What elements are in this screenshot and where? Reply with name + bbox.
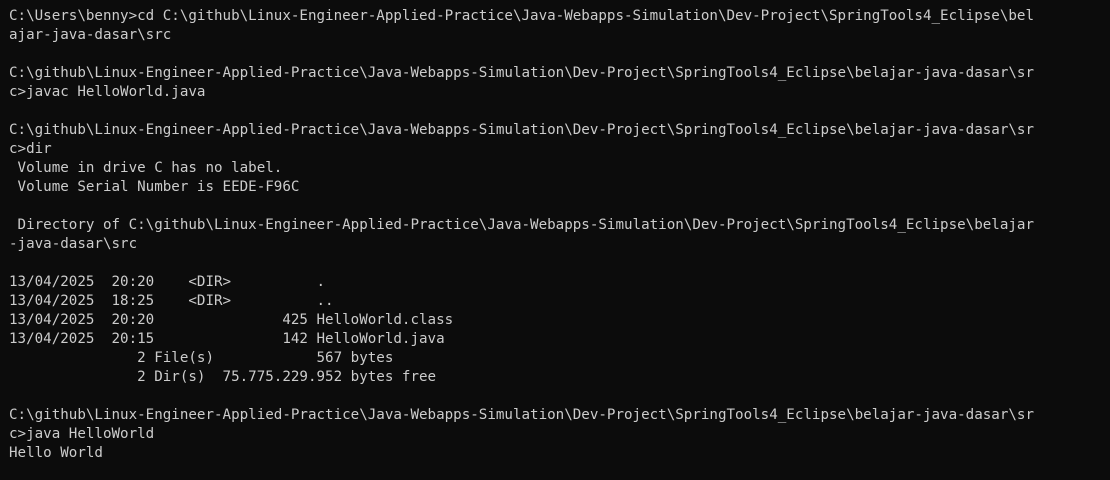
terminal-line: C:\github\Linux-Engineer-Applied-Practic…: [9, 407, 1034, 423]
terminal-line: 2 File(s) 567 bytes: [9, 350, 394, 366]
terminal-line: Volume in drive C has no label.: [9, 160, 283, 176]
terminal-line: 2 Dir(s) 75.775.229.952 bytes free: [9, 369, 437, 385]
terminal-line: c>dir: [9, 141, 52, 157]
terminal-line: Directory of C:\github\Linux-Engineer-Ap…: [9, 217, 1034, 233]
terminal-line: C:\github\Linux-Engineer-Applied-Practic…: [9, 65, 1034, 81]
terminal-line: -java-dasar\src: [9, 236, 138, 252]
terminal-line: c>java HelloWorld: [9, 426, 155, 442]
terminal-line: 13/04/2025 20:15 142 HelloWorld.java: [9, 331, 445, 347]
terminal-line: C:\github\Linux-Engineer-Applied-Practic…: [9, 122, 1034, 138]
terminal-line: Volume Serial Number is EEDE-F96C: [9, 179, 300, 195]
terminal-line: C:\Users\benny>cd C:\github\Linux-Engine…: [9, 8, 1034, 24]
terminal-line: c>javac HelloWorld.java: [9, 84, 206, 100]
terminal-output[interactable]: C:\Users\benny>cd C:\github\Linux-Engine…: [0, 0, 1110, 480]
terminal-line: ajar-java-dasar\src: [9, 27, 172, 43]
terminal-line: 13/04/2025 18:25 <DIR> ..: [9, 293, 334, 309]
terminal-line: 13/04/2025 20:20 <DIR> .: [9, 274, 326, 290]
terminal-line: Hello World: [9, 445, 103, 461]
terminal-line: 13/04/2025 20:20 425 HelloWorld.class: [9, 312, 454, 328]
